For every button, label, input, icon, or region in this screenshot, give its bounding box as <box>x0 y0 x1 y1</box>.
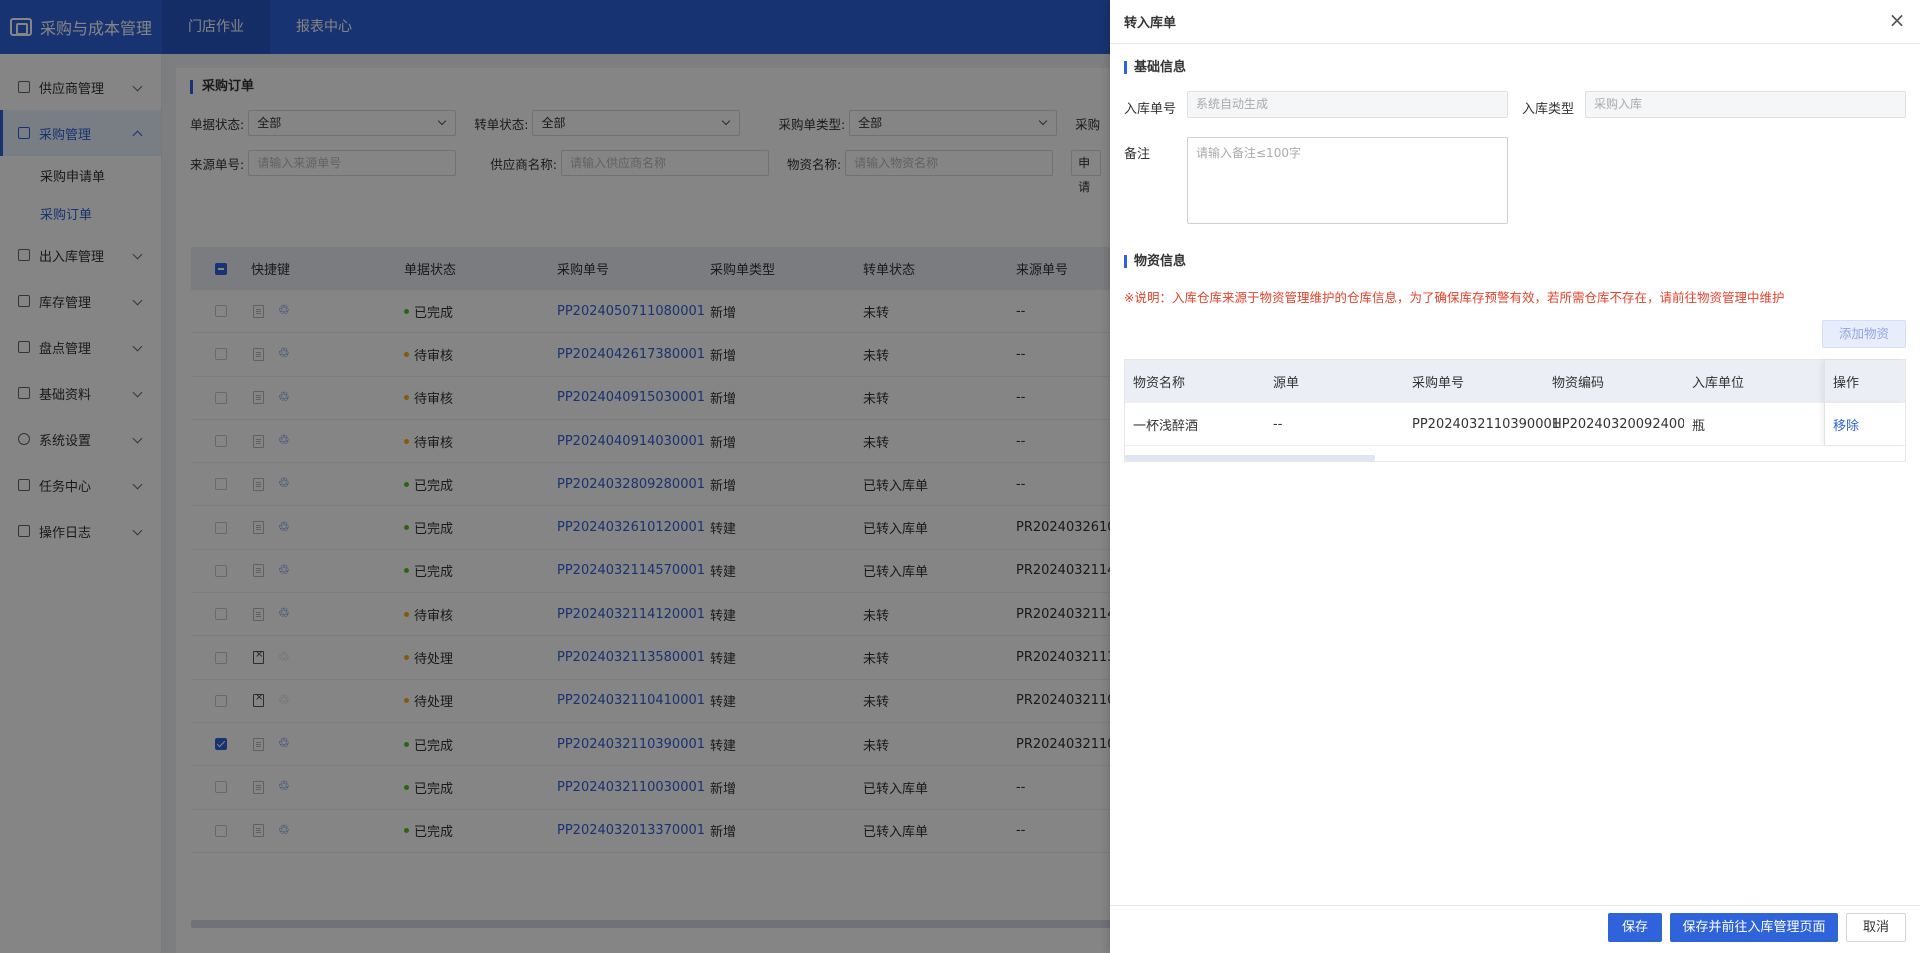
material-table-scrollbar[interactable] <box>1125 455 1375 461</box>
inbound-no-label: 入库单号 <box>1124 102 1177 117</box>
basic-info-title: 基础信息 <box>1124 61 1186 74</box>
source-doc: -- <box>1273 416 1283 432</box>
col-material-name: 物资名称 <box>1133 376 1186 391</box>
drawer-header: 转入库单 × <box>1110 0 1920 44</box>
material-table: 物资名称 源单 采购单号 物资编码 入库单位 操作 一杯浅醉酒 -- PP202… <box>1124 359 1906 462</box>
inbound-no-input: 系统自动生成 <box>1187 91 1508 118</box>
col-source-doc: 源单 <box>1273 376 1300 391</box>
inbound-unit: 瓶 <box>1692 418 1706 434</box>
inbound-type-input: 采购入库 <box>1585 91 1906 118</box>
col-inbound-unit: 入库单位 <box>1692 376 1745 391</box>
material-code: HP2024032009240019 <box>1552 416 1684 432</box>
transfer-inbound-drawer: 转入库单 × 基础信息 入库单号 系统自动生成 入库类型 采购入库 备注 请输入… <box>1110 0 1920 953</box>
material-table-header: 物资名称 源单 采购单号 物资编码 入库单位 操作 <box>1125 360 1905 403</box>
po-no: PP2024032110390001 <box>1412 416 1561 432</box>
drawer-title: 转入库单 <box>1124 16 1177 31</box>
close-icon[interactable]: × <box>1888 10 1906 30</box>
remark-label: 备注 <box>1124 147 1151 162</box>
save-and-go-button[interactable]: 保存并前往入库管理页面 <box>1670 913 1838 942</box>
action-cell: 移除 <box>1824 403 1905 445</box>
save-button[interactable]: 保存 <box>1608 913 1662 942</box>
add-material-button[interactable]: 添加物资 <box>1822 320 1906 348</box>
table-row: 一杯浅醉酒 -- PP2024032110390001 HP2024032009… <box>1125 403 1905 446</box>
remove-link[interactable]: 移除 <box>1833 415 1859 434</box>
inbound-type-label: 入库类型 <box>1522 102 1575 117</box>
warehouse-note: ※说明：入库仓库来源于物资管理维护的仓库信息，为了确保库存预警有效，若所需仓库不… <box>1124 290 1785 305</box>
material-info-title: 物资信息 <box>1124 255 1186 268</box>
remark-textarea[interactable]: 请输入备注≤100字 <box>1187 137 1508 224</box>
cancel-button[interactable]: 取消 <box>1846 913 1906 942</box>
col-action: 操作 <box>1824 360 1905 403</box>
col-po-no: 采购单号 <box>1412 376 1465 391</box>
col-material-code: 物资编码 <box>1552 376 1605 391</box>
material-name: 一杯浅醉酒 <box>1133 418 1199 434</box>
